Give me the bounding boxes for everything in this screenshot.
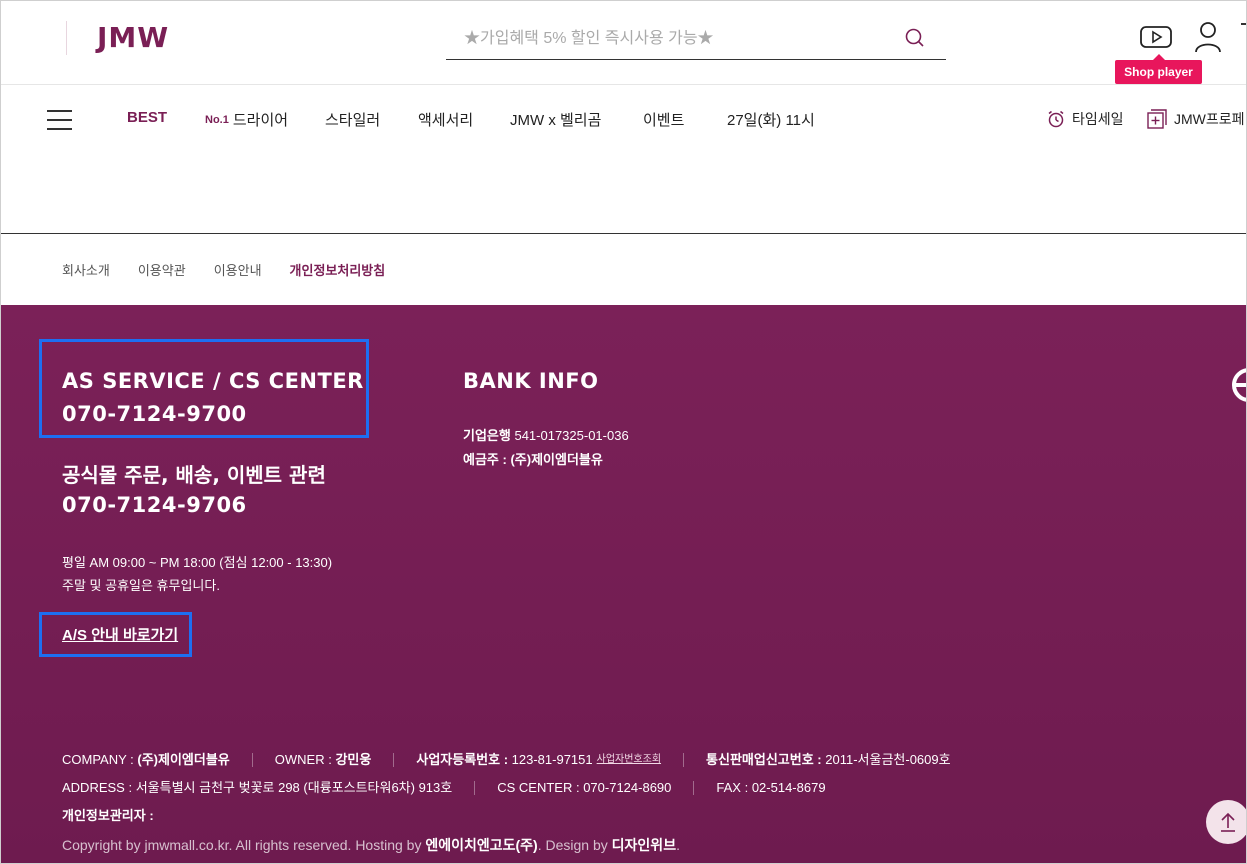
cs-center-value: 070-7124-8690 [583,780,672,795]
bank-holder-label: 예금주 : [463,452,507,467]
link-privacy-policy[interactable]: 개인정보처리방침 [290,260,386,279]
cs-center-label: CS CENTER : [497,780,580,795]
order-phone: 070-7124-9706 [62,493,247,517]
bank-info: 기업은행 541-017325-01-036 예금주 : (주)제이엠더블유 [463,424,629,472]
company-label: COMPANY : [62,752,134,767]
nav-jmw-pro-label: JMW프로페 [1174,111,1245,127]
bank-title: BANK INFO [463,369,599,393]
nav-item-event[interactable]: 이벤트 [643,109,684,130]
mail-order-label: 통신판매업신고번호 : [706,752,822,767]
separator [393,753,395,767]
fax-value: 02-514-8679 [751,780,826,795]
search-bar [446,19,946,60]
mail-order-number: 2011-서울금천-0609호 [825,752,951,767]
nav-timesale[interactable]: 타임세일 [1047,109,1124,129]
address-value: 서울특별시 금천구 벚꽃로 298 (대륭포스트타워6차) 913호 [135,780,453,795]
copyright-text: Copyright by jmwmall.co.kr. All rights r… [62,837,422,853]
bank-name: 기업은행 [463,428,511,443]
nav-item-schedule[interactable]: 27일(화) 11시 [727,109,815,130]
business-hours: 평일 AM 09:00 ~ PM 18:00 (점심 12:00 - 13:30… [62,551,332,597]
bank-holder: (주)제이엠더블유 [510,452,603,467]
separator [693,781,695,795]
privacy-manager-label: 개인정보관리자 : [62,808,154,823]
cs-phone: 070-7124-9700 [62,402,247,426]
hours-weekday: 평일 AM 09:00 ~ PM 18:00 (점심 12:00 - 13:30… [62,555,333,570]
design-text: . Design by [537,837,608,853]
copyright: Copyright by jmwmall.co.kr. All rights r… [62,835,680,855]
separator [251,753,253,767]
separator [683,753,685,767]
info-row-3: 개인정보관리자 : [62,802,951,830]
nav-item-best[interactable]: BEST [127,109,167,126]
nav-item-accessory[interactable]: 액세서리 [418,109,473,130]
arrow-up-icon [1221,812,1235,832]
site-footer: AS SERVICE / CS CENTER 070-7124-9700 공식몰… [1,305,1246,863]
owner-name: 강민웅 [335,752,372,767]
hosting-name: 엔에이치엔고도(주) [425,837,538,853]
scroll-top-button[interactable] [1206,800,1246,844]
site-logo[interactable]: JMW [97,21,169,54]
designer-name: 디자인위브 [611,837,677,853]
user-icon[interactable] [1194,21,1222,53]
nav-timesale-label: 타임세일 [1072,111,1124,127]
page-frame: JMW Shop player BEST No.1드라이어 스타일러 액세서리 … [0,0,1247,864]
copyright-end: . [676,837,680,853]
nav-item-label: 드라이어 [232,112,289,129]
address-label: ADDRESS : [62,780,133,795]
footer-links: 회사소개 이용약관 이용안내 개인정보처리방침 [62,260,385,279]
nav-item-styler[interactable]: 스타일러 [325,109,380,130]
link-terms[interactable]: 이용약관 [138,260,186,279]
section-divider [1,233,1246,234]
info-row-2: ADDRESS : 서울특별시 금천구 벚꽃로 298 (대륭포스트타워6차) … [62,774,951,802]
plus-square-icon [1147,109,1167,129]
link-guide[interactable]: 이용안내 [214,260,262,279]
company-info: COMPANY : (주)제이엠더블유 OWNER : 강민웅 사업자등록번호 … [62,746,951,830]
site-header: JMW Shop player [1,1,1246,85]
owner-label: OWNER : [274,752,332,767]
biz-number: 123-81-97151 [511,752,593,767]
hours-weekend: 주말 및 공휴일은 휴무입니다. [62,578,220,593]
no1-badge: No.1 [205,114,229,126]
nav-item-dryer[interactable]: No.1 드라이어 [205,109,288,130]
fax-label: FAX : [716,780,749,795]
hamburger-menu-icon[interactable] [47,110,72,130]
company-name: (주)제이엠더블유 [137,752,230,767]
logo-divider [66,21,67,55]
nav-item-bellygom[interactable]: JMW x 벨리곰 [510,109,601,130]
order-title: 공식몰 주문, 배송, 이벤트 관련 [62,463,326,487]
bank-account: 541-017325-01-036 [514,428,629,443]
biz-lookup-link[interactable]: 사업자번호조회 [597,746,661,774]
alarm-clock-icon [1048,110,1064,128]
link-company-intro[interactable]: 회사소개 [62,260,110,279]
biz-label: 사업자등록번호 : [416,752,509,767]
shop-player-tooltip[interactable]: Shop player [1115,54,1202,84]
as-guide-link[interactable]: A/S 안내 바로가기 [62,624,178,645]
separator [474,781,476,795]
nav-jmw-pro[interactable]: JMW프로페 [1147,109,1245,129]
youtube-play-icon[interactable] [1140,25,1172,49]
main-nav: BEST No.1 드라이어 스타일러 액세서리 JMW x 벨리곰 이벤트 27… [1,86,1246,150]
search-icon[interactable] [904,27,926,49]
search-input[interactable] [464,27,894,51]
cut-off-icon [1241,23,1246,25]
info-row-1: COMPANY : (주)제이엠더블유 OWNER : 강민웅 사업자등록번호 … [62,746,951,774]
cs-title: AS SERVICE / CS CENTER [62,369,364,393]
partial-logo-icon [1232,368,1246,402]
